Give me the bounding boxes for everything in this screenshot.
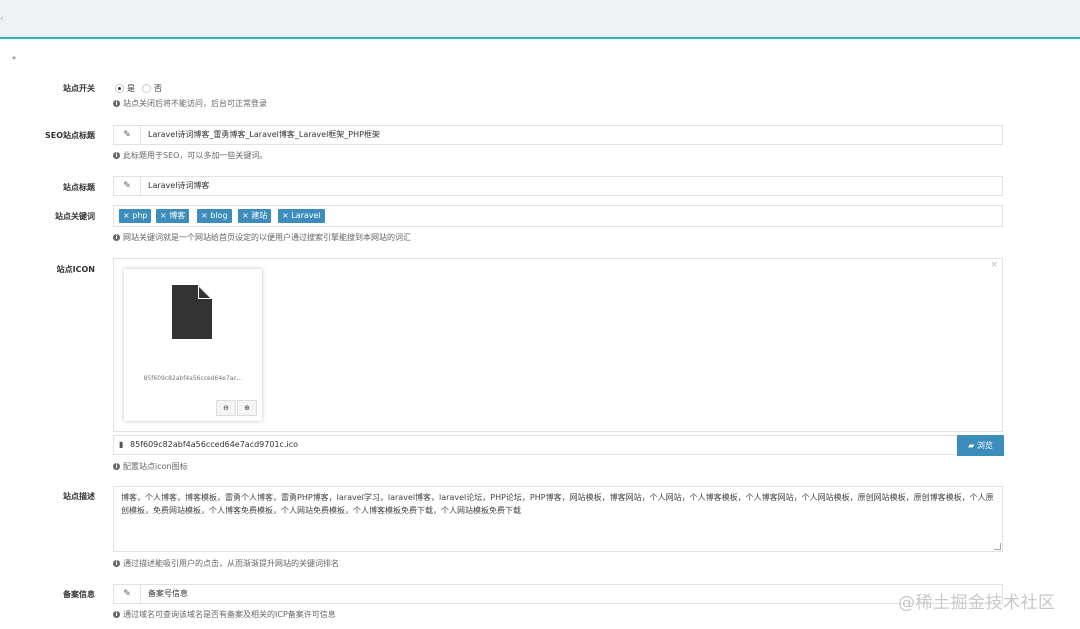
collapse-arrow-icon[interactable]: ‹ [0,14,4,24]
seo-title-label: SEO站点标题 [44,131,95,140]
keyword-tag[interactable]: × 建站 [238,209,272,223]
required-marker: * [12,55,16,64]
site-title-field[interactable]: ✎ Laravel诗词博客 [113,176,1003,196]
file-name-field[interactable]: ▮ 85f609c82abf4a56cced64e7acd9701c.ico [113,435,1003,455]
icp-help: i 通过域名可查询该域名是否有备案及相关的ICP备案许可信息 [113,609,336,620]
keyword-tag[interactable]: × php [119,209,152,223]
pencil-icon: ✎ [114,585,141,603]
site-switch-help-text: 站点关闭后将不能访问，后台可正常登录 [123,99,267,108]
pencil-icon: ✎ [114,177,141,195]
radio-no[interactable]: 否 [142,83,162,94]
description-textarea[interactable]: 博客，个人博客，博客模板，雷勇个人博客，雷勇PHP博客，laravel学习，la… [113,486,1003,552]
browse-label: 浏览 [976,441,993,450]
icon-help: i 配置站点icon图标 [113,461,188,472]
seo-title-field[interactable]: ✎ Laravel诗词博客_雷勇博客_Laravel博客_Laravel框架_P… [113,125,1003,145]
pencil-icon: ✎ [114,126,141,144]
top-bar: ‹ [0,0,1080,39]
thumbnail-caption: 85f609c82abf4a56cced64e7ac... [143,375,243,382]
resize-grip-icon[interactable] [994,543,1001,550]
keyword-tag[interactable]: × Laravel [278,209,325,223]
description-value[interactable]: 博客，个人博客，博客模板，雷勇个人博客，雷勇PHP博客，laravel学习，la… [121,493,994,515]
icp-label: 备案信息 [63,590,95,599]
site-title-label: 站点标题 [63,183,95,192]
icp-placeholder[interactable]: 备案号信息 [148,585,188,603]
keyword-tag[interactable]: × 博客 [156,209,190,223]
close-icon[interactable]: × [990,260,998,270]
file-thumbnail: 85f609c82abf4a56cced64e7ac... ⊖ ⊕ [124,269,262,421]
site-title-value[interactable]: Laravel诗词博客 [148,177,209,195]
file-name-value: 85f609c82abf4a56cced64e7acd9701c.ico [130,440,298,449]
icp-help-text: 通过域名可查询该域名是否有备案及相关的ICP备案许可信息 [123,610,336,619]
radio-yes-circle[interactable] [115,84,124,93]
icp-field[interactable]: ✎ 备案号信息 [113,584,1003,604]
keywords-help-text: 网站关键词就是一个网站给首页设定的以便用户通过搜索引擎能搜到本网站的词汇 [123,233,411,242]
folder-open-icon: ▰ [968,441,977,450]
info-icon: i [113,100,120,107]
radio-yes-label: 是 [127,84,135,93]
file-icon [172,285,212,339]
seo-title-help-text: 此标题用于SEO，可以多加一些关键词。 [123,151,268,160]
keyword-tag[interactable]: × blog [197,209,232,223]
zoom-button[interactable]: ⊕ [237,400,257,416]
seo-title-value[interactable]: Laravel诗词博客_雷勇博客_Laravel博客_Laravel框架_PHP… [148,126,380,144]
browse-button[interactable]: ▰ 浏览 [957,435,1004,456]
keywords-label: 站点关键词 [55,212,95,221]
description-help-text: 通过描述能吸引用户的点击，从而渐渐提升网站的关键词排名 [123,559,339,568]
info-icon: i [113,234,120,241]
watermark: @稀土掘金技术社区 [898,593,1056,613]
site-switch-label: 站点开关 [63,84,95,93]
radio-yes[interactable]: 是 [115,83,135,94]
radio-no-circle[interactable] [142,84,151,93]
info-icon: i [113,611,120,618]
radio-no-label: 否 [154,84,162,93]
description-help: i 通过描述能吸引用户的点击，从而渐渐提升网站的关键词排名 [113,558,339,569]
icon-upload-preview: × 85f609c82abf4a56cced64e7ac... ⊖ ⊕ [113,258,1003,432]
info-icon: i [113,560,120,567]
icon-label: 站点ICON [56,265,95,274]
seo-title-help: i 此标题用于SEO，可以多加一些关键词。 [113,150,267,161]
description-label: 站点描述 [63,492,95,501]
keywords-help: i 网站关键词就是一个网站给首页设定的以便用户通过搜索引擎能搜到本网站的词汇 [113,232,411,243]
site-switch-help: i 站点关闭后将不能访问，后台可正常登录 [113,98,267,109]
keywords-tag-input[interactable]: × php × 博客 × blog × 建站 × Laravel [113,205,1003,227]
remove-file-button[interactable]: ⊖ [216,400,236,416]
icon-help-text: 配置站点icon图标 [123,462,188,471]
info-icon: i [113,152,120,159]
info-icon: i [113,463,120,470]
file-small-icon: ▮ [119,440,124,449]
